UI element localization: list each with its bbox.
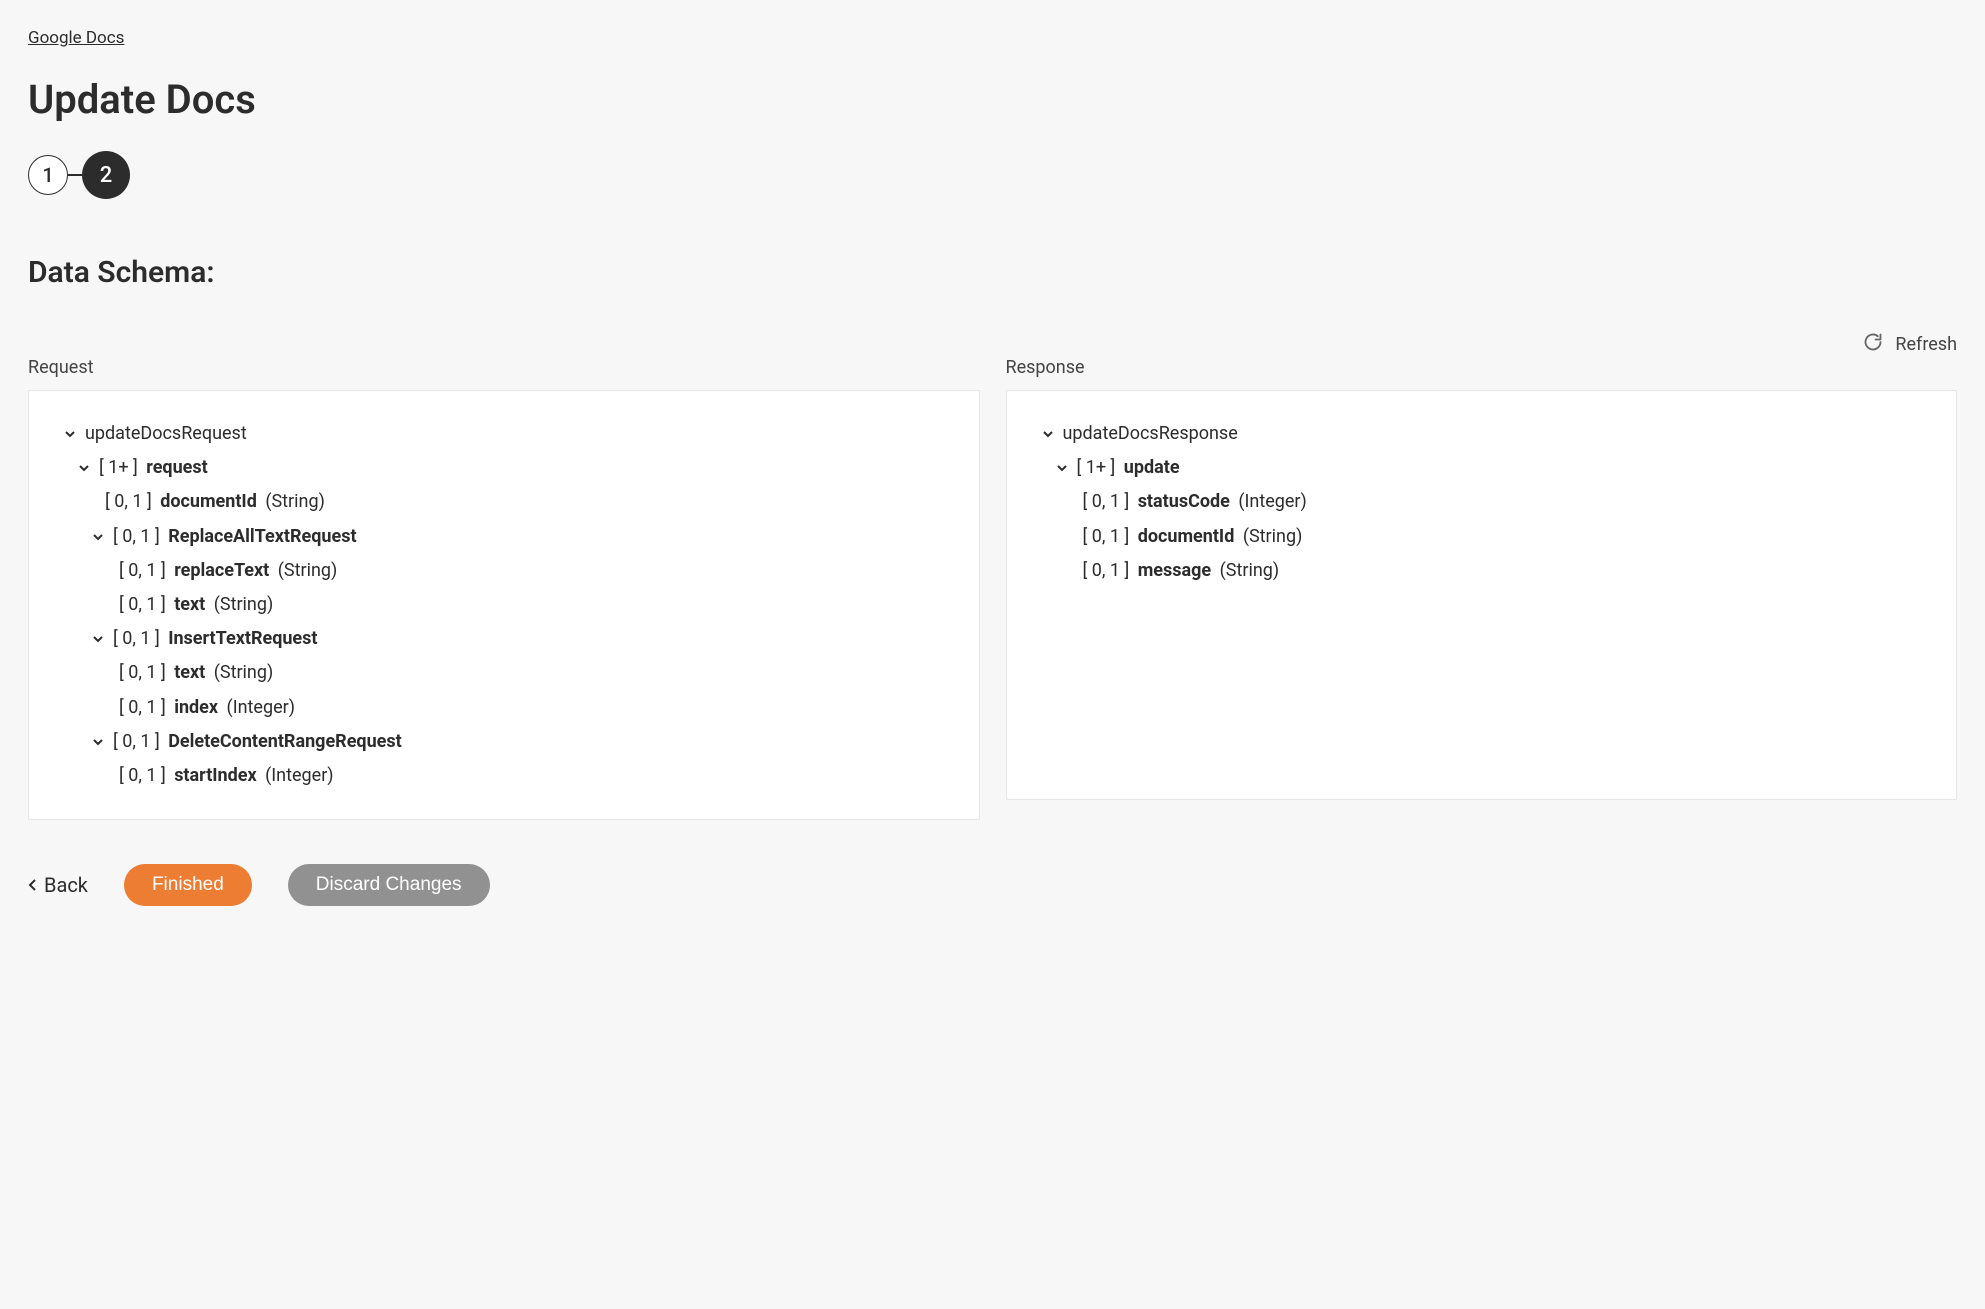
tree-field-type [207, 656, 211, 690]
tree-bracket: [ 0, 1 ] [119, 588, 166, 622]
tree-field-type [1232, 485, 1236, 519]
chevron-down-icon [63, 428, 77, 440]
tree-field-type-val: (Integer) [227, 691, 295, 725]
stepper: 1 2 [28, 151, 1957, 199]
tree-leaf[interactable]: [ 0, 1 ] statusCode (Integer) [1033, 485, 1931, 519]
request-header: Request [28, 357, 980, 378]
chevron-down-icon [91, 531, 105, 543]
response-header: Response [1006, 357, 1958, 378]
tree-node-request[interactable]: [ 1+ ] request [55, 451, 953, 485]
chevron-left-icon [28, 878, 38, 892]
tree-field-name: documentId [1138, 520, 1235, 554]
tree-bracket: [ 0, 1 ] [119, 554, 166, 588]
tree-field-type [207, 588, 211, 622]
tree-field-type-val: (Integer) [1238, 485, 1306, 519]
tree-node-deletecontentrange[interactable]: [ 0, 1 ] DeleteContentRangeRequest [55, 725, 953, 759]
tree-bracket: [ 0, 1 ] [1083, 520, 1130, 554]
section-title: Data Schema: [28, 255, 1957, 290]
tree-node-replacealltext[interactable]: [ 0, 1 ] ReplaceAllTextRequest [55, 520, 953, 554]
tree-node-inserttext[interactable]: [ 0, 1 ] InsertTextRequest [55, 622, 953, 656]
tree-bracket: [ 0, 1 ] [113, 725, 160, 759]
tree-bracket: [ 0, 1 ] [1083, 485, 1130, 519]
page-title: Update Docs [28, 76, 1957, 123]
chevron-down-icon [91, 633, 105, 645]
response-panel: updateDocsResponse [ 1+ ] update [ 0, 1 … [1006, 390, 1958, 800]
tree-leaf[interactable]: [ 0, 1 ] documentId (String) [1033, 520, 1931, 554]
finished-button[interactable]: Finished [124, 864, 252, 906]
tree-root[interactable]: updateDocsRequest [55, 417, 953, 451]
tree-bracket: [ 0, 1 ] [105, 485, 152, 519]
tree-field-type [259, 759, 263, 793]
tree-field-name: update [1124, 451, 1180, 485]
breadcrumb[interactable]: Google Docs [28, 28, 124, 48]
tree-field-type-val: (String) [214, 656, 274, 690]
chevron-down-icon [91, 736, 105, 748]
request-column: Request updateDocsRequest [ 1+ ] request… [28, 357, 980, 820]
tree-field-name: documentId [160, 485, 257, 519]
tree-bracket: [ 0, 1 ] [113, 520, 160, 554]
tree-node-update[interactable]: [ 1+ ] update [1033, 451, 1931, 485]
refresh-label: Refresh [1895, 334, 1957, 355]
tree-leaf[interactable]: [ 0, 1 ] documentId (String) [55, 485, 953, 519]
tree-leaf[interactable]: [ 0, 1 ] startIndex (Integer) [55, 759, 953, 793]
step-1[interactable]: 1 [28, 155, 68, 195]
tree-label: updateDocsResponse [1063, 417, 1238, 451]
tree-field-name: message [1138, 554, 1211, 588]
tree-field-type-val: (Integer) [265, 759, 333, 793]
back-label: Back [44, 873, 88, 897]
tree-field-type [1236, 520, 1240, 554]
tree-root[interactable]: updateDocsResponse [1033, 417, 1931, 451]
chevron-down-icon [77, 462, 91, 474]
tree-field-name: statusCode [1138, 485, 1230, 519]
tree-bracket: [ 0, 1 ] [119, 691, 166, 725]
tree-field-name: text [174, 588, 205, 622]
tree-field-type-val: (String) [1243, 520, 1303, 554]
response-column: Response updateDocsResponse [ 1+ ] updat… [1006, 357, 1958, 820]
tree-label: updateDocsRequest [85, 417, 247, 451]
tree-field-type-val: (String) [1220, 554, 1280, 588]
step-2[interactable]: 2 [82, 151, 130, 199]
tree-field-name: index [174, 691, 218, 725]
step-connector [68, 174, 82, 176]
tree-field-type-val: (String) [278, 554, 338, 588]
tree-field-name: text [174, 656, 205, 690]
tree-bracket: [ 1+ ] [99, 451, 138, 485]
tree-leaf[interactable]: [ 0, 1 ] text (String) [55, 656, 953, 690]
tree-field-name: ReplaceAllTextRequest [168, 520, 356, 554]
back-button[interactable]: Back [28, 873, 88, 897]
tree-bracket: [ 0, 1 ] [119, 759, 166, 793]
tree-field-type [259, 485, 263, 519]
tree-bracket: [ 0, 1 ] [119, 656, 166, 690]
tree-field-name: DeleteContentRangeRequest [168, 725, 402, 759]
tree-leaf[interactable]: [ 0, 1 ] replaceText (String) [55, 554, 953, 588]
tree-leaf[interactable]: [ 0, 1 ] index (Integer) [55, 691, 953, 725]
request-panel: updateDocsRequest [ 1+ ] request [ 0, 1 … [28, 390, 980, 820]
tree-bracket: [ 0, 1 ] [113, 622, 160, 656]
tree-field-name: startIndex [174, 759, 256, 793]
tree-leaf[interactable]: [ 0, 1 ] message (String) [1033, 554, 1931, 588]
tree-field-type [220, 691, 224, 725]
tree-leaf[interactable]: [ 0, 1 ] text (String) [55, 588, 953, 622]
tree-field-name: request [146, 451, 207, 485]
tree-field-type-val: (String) [265, 485, 325, 519]
tree-field-type [271, 554, 275, 588]
tree-field-name: replaceText [174, 554, 269, 588]
discard-changes-button[interactable]: Discard Changes [288, 864, 490, 906]
chevron-down-icon [1041, 428, 1055, 440]
refresh-icon [1863, 332, 1883, 357]
tree-field-type-val: (String) [214, 588, 274, 622]
chevron-down-icon [1055, 462, 1069, 474]
tree-bracket: [ 0, 1 ] [1083, 554, 1130, 588]
refresh-button[interactable]: Refresh [1863, 332, 1957, 357]
tree-field-name: InsertTextRequest [168, 622, 317, 656]
tree-field-type [1213, 554, 1217, 588]
tree-bracket: [ 1+ ] [1077, 451, 1116, 485]
